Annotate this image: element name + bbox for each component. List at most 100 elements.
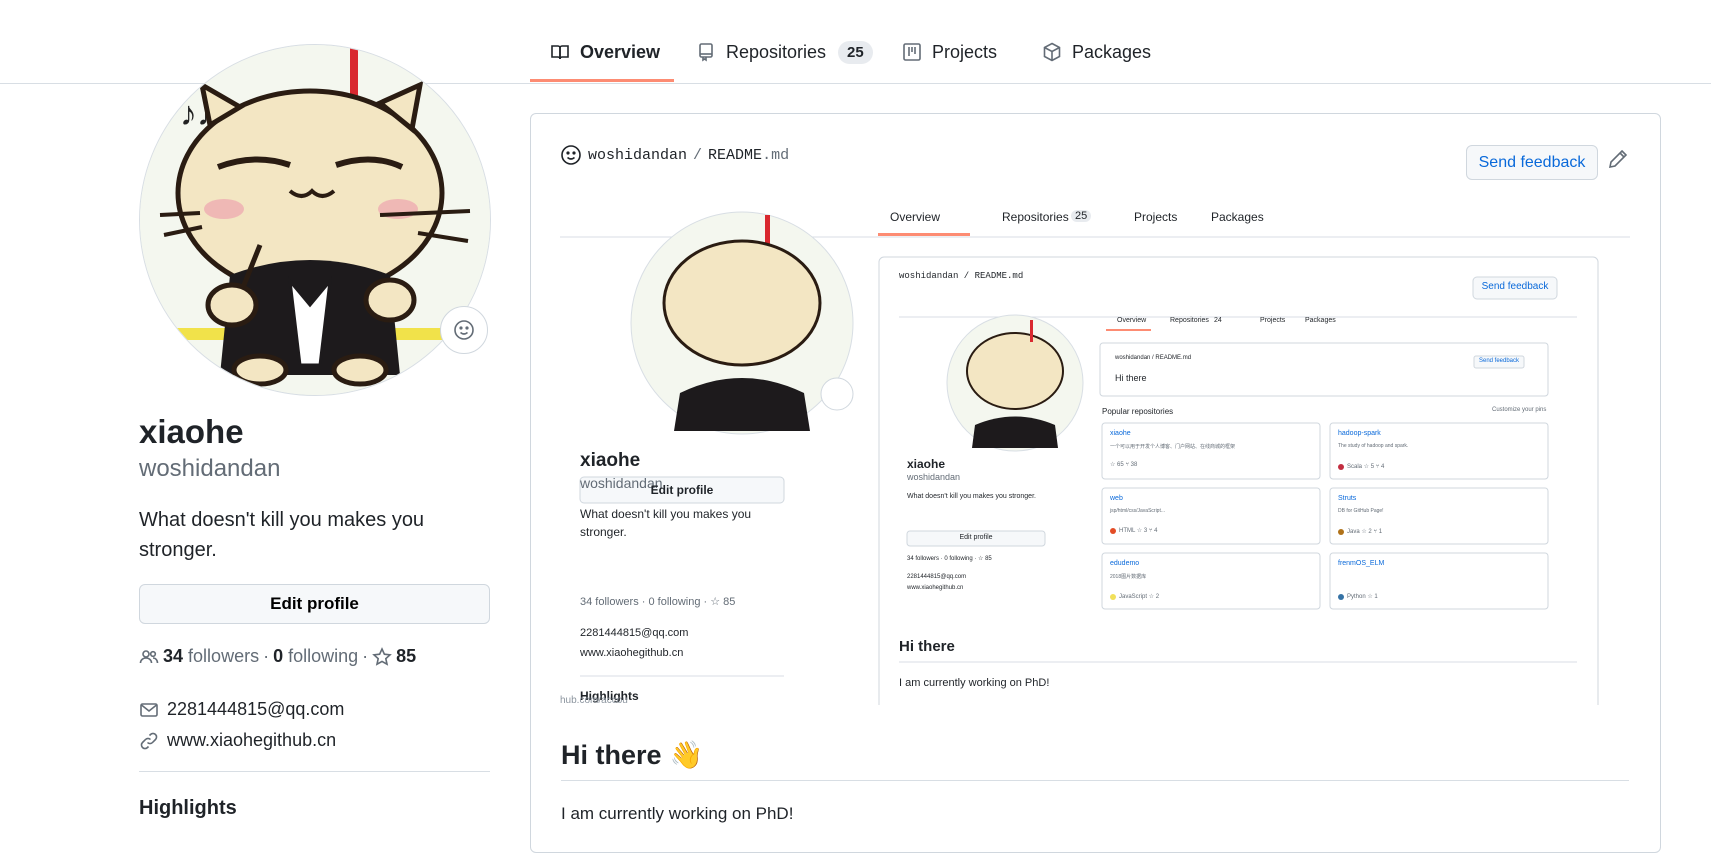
- repo-lang: HTML: [1119, 528, 1136, 534]
- inner-bio: What doesn't kill you makes you stronger…: [580, 507, 752, 539]
- inner2-website: www.xiaohegithub.cn: [907, 585, 964, 591]
- inner2-repo-desc: 2018图片数据库: [1110, 574, 1147, 580]
- people-icon: [139, 649, 159, 663]
- readme-card-header: woshidandan / README.md: [560, 144, 789, 166]
- link-icon: [140, 732, 158, 749]
- inner2-tab-packages: Packages: [1305, 317, 1336, 324]
- website-item: www.xiaohegithub.cn: [139, 730, 336, 751]
- smiley-icon: [561, 145, 581, 165]
- inner-repo-count: 25: [1071, 210, 1092, 222]
- profile-login: woshidandan: [139, 455, 281, 482]
- screenshot-graphics: [560, 211, 1630, 705]
- inner2-tab-repositories: Repositories: [1170, 317, 1209, 324]
- inner2-email: 2281444815@qq.com: [907, 574, 967, 580]
- repo-lang: JavaScript: [1119, 594, 1148, 600]
- repo-lang: Java: [1347, 529, 1360, 535]
- inner2-repo-name: xiaohe: [1110, 430, 1131, 437]
- tab-repositories-label: Repositories: [726, 42, 827, 62]
- email-link[interactable]: 2281444815@qq.com: [167, 699, 344, 720]
- inner2-repo-stats: ☆ 65 ⑂ 38: [1110, 462, 1138, 468]
- divider: [139, 771, 490, 772]
- readme-file-link[interactable]: README.md: [708, 147, 789, 164]
- follow-stats: 34 followers · 0 following · 85: [139, 646, 416, 667]
- inner-tab-repositories: Repositories: [1002, 210, 1069, 224]
- inner-hi-there: Hi there: [899, 638, 955, 655]
- divider: [561, 780, 1629, 781]
- set-status-button[interactable]: [440, 306, 488, 354]
- inner-website: www.xiaohegithub.cn: [580, 647, 684, 659]
- inner2-repo-desc: jsp/html/css/JavaScript...: [1110, 508, 1166, 514]
- inner2-tab-overview: Overview: [1117, 317, 1147, 324]
- inner2-readme-head: woshidandan / README.md: [1115, 355, 1192, 361]
- repo-stars: 3: [1143, 528, 1148, 534]
- inner-send-feedback: Send feedback: [1481, 281, 1549, 292]
- inner2-repo-desc: DB for GitHub Page!: [1338, 508, 1384, 514]
- readme-embedded-screenshot: Overview Repositories 25 Projects Packag…: [560, 193, 1630, 705]
- profile-bio: What doesn't kill you makes you stronger…: [139, 509, 425, 561]
- inner2-repo-desc: 一个可以用于开发个人博客、门户网站、在线商城的框架: [1110, 444, 1236, 450]
- separator-dot: ·: [263, 646, 270, 666]
- inner2-name: xiaohe: [907, 457, 946, 471]
- repo-stars: 5: [1370, 464, 1375, 470]
- readme-heading: Hi there 👋: [561, 739, 703, 771]
- inner2-repo-name: web: [1110, 495, 1123, 502]
- followers-link[interactable]: 34 followers: [163, 646, 259, 667]
- profile-name: xiaohe: [139, 413, 244, 450]
- pencil-icon: [1608, 149, 1628, 169]
- following-link[interactable]: 0 following: [273, 646, 358, 667]
- repo-stars: 65: [1117, 462, 1124, 468]
- inner2-repo-stats: HTML ☆ 3 ⑂ 4: [1119, 528, 1158, 534]
- repo-forks: 38: [1130, 462, 1138, 468]
- website-link[interactable]: www.xiaohegithub.cn: [167, 730, 336, 751]
- book-icon: [551, 45, 569, 60]
- inner2-tab-projects: Projects: [1260, 317, 1286, 324]
- inner2-repo-count: 24: [1214, 317, 1222, 324]
- edit-readme-button[interactable]: [1607, 148, 1631, 172]
- mail-icon: [140, 702, 158, 717]
- tab-projects[interactable]: Projects: [882, 30, 999, 82]
- repo-stars: 1: [1374, 594, 1378, 600]
- avatar[interactable]: ♪♪~: [139, 44, 491, 396]
- readme-paragraph: I am currently working on PhD!: [561, 804, 794, 823]
- inner2-repo-stats: Scala ☆ 5 ⑂ 4: [1347, 464, 1385, 470]
- tab-packages[interactable]: Packages: [1022, 30, 1153, 82]
- inner2-repo-stats: Python ☆ 1: [1347, 594, 1378, 600]
- cat-conductor-avatar-image: ♪♪~: [140, 45, 490, 395]
- inner2-repo-stats: Java ☆ 2 ⑂ 1: [1347, 529, 1383, 535]
- followers-label: followers: [188, 646, 260, 666]
- repo-lang: Python: [1347, 594, 1366, 600]
- repo-stars: 2: [1368, 529, 1372, 535]
- repo-forks: 1: [1378, 529, 1383, 535]
- tab-overview[interactable]: Overview: [530, 30, 674, 82]
- inner2-hi-there: Hi there: [1115, 373, 1147, 383]
- inner2-follow-stats: 34 followers · 0 following · ☆ 85: [907, 556, 992, 562]
- inner2-repo-name: frenmOS_ELM: [1338, 560, 1385, 567]
- inner-paragraph: I am currently working on PhD!: [899, 677, 1050, 689]
- inner-url-fragment: hub.com/accou: [560, 695, 628, 705]
- inner2-repo-desc: The study of hadoop and spark.: [1338, 443, 1409, 449]
- inner2-login: woshidandan: [907, 472, 961, 482]
- inner-readme-head: woshidandan / README.md: [899, 271, 1024, 281]
- inner2-popular: Popular repositories: [1102, 407, 1174, 416]
- stars-link[interactable]: 85: [372, 646, 416, 667]
- readme-owner-link[interactable]: woshidandan: [588, 147, 687, 164]
- highlights-heading: Highlights: [139, 797, 237, 819]
- inner2-customize: Customize your pins: [1492, 407, 1547, 413]
- send-feedback-button[interactable]: Send feedback: [1466, 145, 1598, 180]
- following-label: following: [288, 646, 359, 666]
- inner-email: 2281444815@qq.com: [580, 627, 689, 639]
- star-icon: [372, 646, 393, 666]
- repo-stars: 2: [1155, 594, 1160, 600]
- tab-overview-label: Overview: [580, 42, 661, 62]
- tab-repositories[interactable]: Repositories 25: [676, 30, 875, 82]
- inner-follow-stats: 34 followers · 0 following · ☆ 85: [580, 596, 736, 608]
- edit-profile-button[interactable]: Edit profile: [139, 584, 490, 624]
- package-icon: [1043, 42, 1061, 62]
- inner2-repo-name: Struts: [1338, 495, 1357, 502]
- waving-hand-icon: 👋: [669, 740, 704, 770]
- following-count: 0: [273, 646, 284, 666]
- stars-count: 85: [396, 646, 417, 666]
- smiley-icon: [454, 320, 474, 340]
- inner2-repo-stats: JavaScript ☆ 2: [1119, 594, 1160, 600]
- repo-forks: 4: [1381, 464, 1385, 470]
